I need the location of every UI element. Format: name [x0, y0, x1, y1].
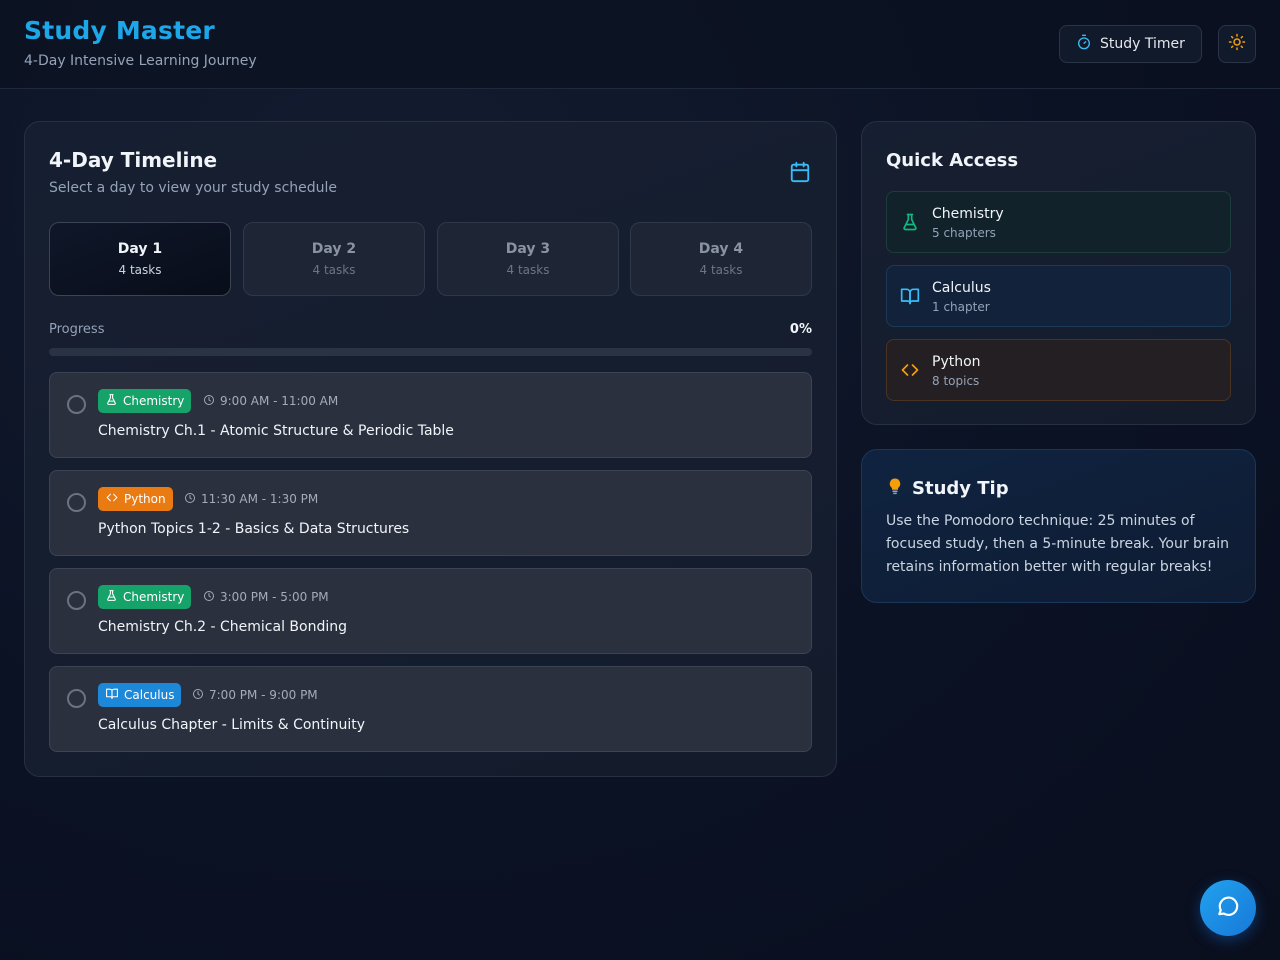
task-checkbox[interactable] — [67, 395, 86, 414]
chat-bubble-icon — [1215, 893, 1241, 923]
study-tip-card: Study Tip Use the Pomodoro technique: 25… — [861, 449, 1256, 603]
task-card[interactable]: Python 11:30 AM - 1:30 PM Python Topics … — [49, 470, 812, 556]
day-tab-3[interactable]: Day 3 4 tasks — [437, 222, 619, 296]
task-time-label: 11:30 AM - 1:30 PM — [201, 492, 319, 506]
timeline-title: 4-Day Timeline — [49, 148, 218, 172]
task-time: 9:00 AM - 11:00 AM — [203, 389, 338, 413]
sun-icon — [1228, 33, 1246, 55]
subject-badge: Chemistry — [98, 389, 192, 413]
task-time-label: 9:00 AM - 11:00 AM — [220, 394, 339, 408]
task-card[interactable]: Chemistry 3:00 PM - 5:00 PM Chemistry Ch… — [49, 568, 812, 654]
subject-badge-label: Python — [124, 492, 166, 506]
book-icon — [105, 687, 119, 703]
theme-toggle-button[interactable] — [1218, 25, 1256, 63]
quick-access-item-chemistry[interactable]: Chemistry 5 chapters — [886, 191, 1231, 253]
day-tab-label: Day 4 — [698, 241, 744, 257]
day-tab-1[interactable]: Day 1 4 tasks — [49, 222, 231, 296]
quick-access-item-calculus[interactable]: Calculus 1 chapter — [886, 265, 1231, 327]
task-card[interactable]: Chemistry 9:00 AM - 11:00 AM Chemistry C… — [49, 372, 812, 458]
quick-access-item-python[interactable]: Python 8 topics — [886, 339, 1231, 401]
book-icon — [900, 286, 920, 310]
task-checkbox[interactable] — [67, 689, 86, 708]
progress-value: 0% — [789, 322, 812, 337]
day-tab-task-count: 4 tasks — [699, 263, 743, 277]
task-name: Python Topics 1-2 - Basics & Data Struct… — [98, 521, 410, 537]
task-time-label: 7:00 PM - 9:00 PM — [209, 688, 318, 702]
study-tip-title: Study Tip — [912, 477, 1009, 499]
quick-access-count: 5 chapters — [932, 226, 996, 240]
task-checkbox[interactable] — [67, 493, 86, 512]
quick-access-name: Python — [932, 354, 981, 370]
code-icon — [900, 360, 920, 384]
progress-label: Progress — [49, 322, 105, 337]
subject-badge-label: Chemistry — [123, 590, 185, 604]
day-tab-task-count: 4 tasks — [312, 263, 356, 277]
quick-access-name: Calculus — [932, 280, 991, 296]
clock-icon — [203, 394, 215, 409]
clock-icon — [184, 492, 196, 507]
stopwatch-icon — [1076, 34, 1092, 54]
task-checkbox[interactable] — [67, 591, 86, 610]
quick-access-card: Quick Access Chemistry 5 chapters Calcul… — [861, 121, 1256, 425]
day-tab-label: Day 3 — [505, 241, 551, 257]
subject-badge-label: Calculus — [124, 688, 175, 702]
quick-access-count: 8 topics — [932, 374, 980, 388]
code-icon — [105, 491, 119, 507]
day-tab-task-count: 4 tasks — [506, 263, 550, 277]
day-tab-task-count: 4 tasks — [118, 263, 162, 277]
app-header: Study Master 4-Day Intensive Learning Jo… — [0, 0, 1280, 89]
clock-icon — [203, 590, 215, 605]
lightbulb-icon — [886, 476, 904, 500]
subject-badge: Chemistry — [98, 585, 192, 609]
task-time-label: 3:00 PM - 5:00 PM — [220, 590, 329, 604]
subject-badge-label: Chemistry — [123, 394, 185, 408]
calendar-icon — [789, 160, 811, 188]
day-tab-2[interactable]: Day 2 4 tasks — [243, 222, 425, 296]
day-tab-label: Day 1 — [117, 241, 163, 257]
subject-badge: Python — [98, 487, 173, 511]
flask-icon — [105, 393, 118, 409]
day-tab-label: Day 2 — [311, 241, 357, 257]
task-name: Calculus Chapter - Limits & Continuity — [98, 717, 366, 733]
quick-access-title: Quick Access — [886, 150, 1019, 171]
task-time: 7:00 PM - 9:00 PM — [192, 683, 318, 707]
app-subtitle: 4-Day Intensive Learning Journey — [24, 53, 257, 69]
clock-icon — [192, 688, 204, 703]
study-tip-body: Use the Pomodoro technique: 25 minutes o… — [886, 513, 1230, 575]
task-name: Chemistry Ch.1 - Atomic Structure & Peri… — [98, 423, 454, 439]
chat-button[interactable] — [1200, 880, 1256, 936]
flask-icon — [105, 589, 118, 605]
timeline-subtitle: Select a day to view your study schedule — [49, 180, 338, 196]
study-timer-button[interactable]: Study Timer — [1059, 25, 1202, 63]
task-name: Chemistry Ch.2 - Chemical Bonding — [98, 619, 348, 635]
app-title: Study Master — [24, 16, 215, 45]
study-tip-header: Study Tip — [886, 476, 1009, 500]
quick-access-name: Chemistry — [932, 206, 1004, 222]
task-time: 3:00 PM - 5:00 PM — [203, 585, 329, 609]
timeline-card: 4-Day Timeline Select a day to view your… — [24, 121, 837, 777]
task-card[interactable]: Calculus 7:00 PM - 9:00 PM Calculus Chap… — [49, 666, 812, 752]
task-time: 11:30 AM - 1:30 PM — [184, 487, 318, 511]
subject-badge: Calculus — [98, 683, 182, 707]
day-tab-4[interactable]: Day 4 4 tasks — [630, 222, 812, 296]
flask-icon — [900, 212, 920, 236]
quick-access-count: 1 chapter — [932, 300, 990, 314]
study-timer-label: Study Timer — [1100, 36, 1185, 52]
progress-bar — [49, 348, 812, 356]
